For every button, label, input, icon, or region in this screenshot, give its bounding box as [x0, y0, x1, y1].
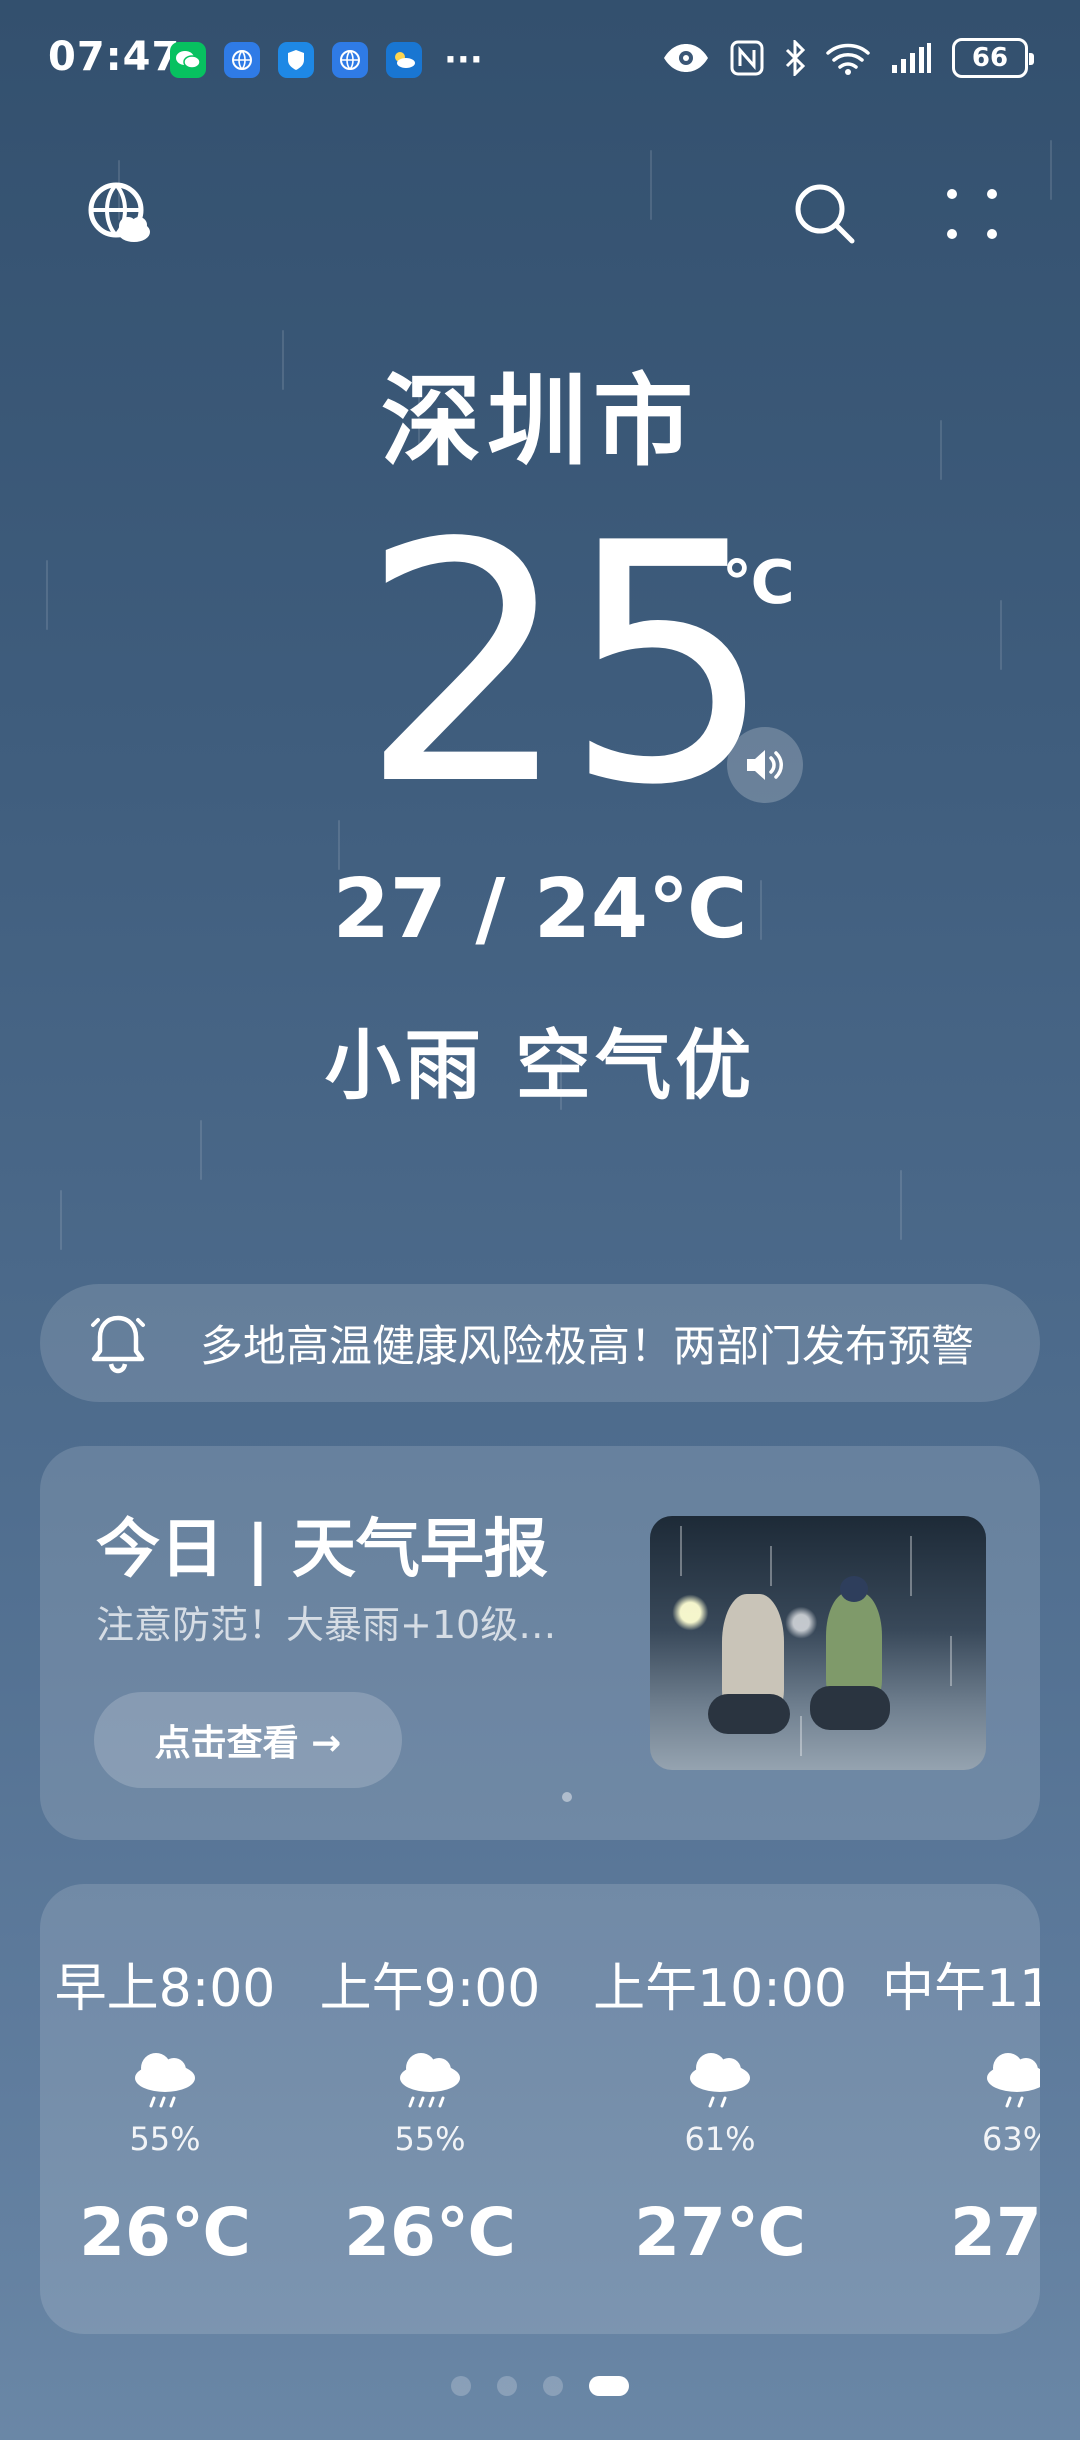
temperature-range: 27 / 24℃ [332, 862, 748, 957]
carousel-indicator [562, 1792, 572, 1802]
light-rain-icon [882, 2048, 1040, 2110]
brief-subtitle: 注意防范！大暴雨+10级… [96, 1603, 557, 1647]
precip-probability: 63% [982, 2120, 1040, 2158]
more-notifications-icon: ··· [444, 40, 483, 80]
view-brief-button[interactable]: 点击查看 → [94, 1692, 402, 1788]
wifi-icon [826, 43, 870, 75]
weather-app-icon [386, 42, 422, 78]
system-status-icons: 66 [662, 38, 1034, 78]
voice-broadcast-button[interactable] [727, 727, 803, 803]
alert-text: 多地高温健康风险极高！两部门发布预警 [200, 1322, 974, 1372]
search-icon[interactable] [785, 174, 865, 254]
weather-brief-card[interactable]: 今日 | 天气早报 注意防范！大暴雨+10级… 点击查看 → [40, 1446, 1040, 1840]
weather-condition: 小雨 空气优 [324, 1021, 756, 1110]
speaker-icon [747, 750, 783, 780]
bell-icon [90, 1312, 160, 1374]
brief-thumbnail-image[interactable] [650, 1516, 986, 1770]
globe-app-icon [224, 42, 260, 78]
light-rain-icon [585, 2048, 855, 2110]
precip-probability: 61% [684, 2120, 756, 2158]
hour-temperature: 26℃ [344, 2194, 516, 2271]
city-management-icon[interactable] [80, 174, 160, 254]
page-dot[interactable] [543, 2376, 563, 2396]
page-indicator [0, 2376, 1080, 2396]
battery-indicator: 66 [952, 38, 1034, 78]
page-dot[interactable] [451, 2376, 471, 2396]
hour-temperature: 27℃ [950, 2194, 1040, 2271]
current-temperature: 25 [360, 473, 774, 857]
hour-temperature: 26℃ [79, 2194, 251, 2271]
wechat-icon [170, 42, 206, 78]
status-bar: 07:47 ··· 66 [0, 0, 1080, 120]
precip-probability: 55% [129, 2120, 201, 2158]
city-name: 深圳市 [381, 363, 699, 480]
globe-app-icon-2 [332, 42, 368, 78]
hour-time: 上午9:00 [319, 1959, 541, 2019]
eye-icon [664, 44, 708, 72]
precip-probability: 55% [394, 2120, 466, 2158]
shield-icon [278, 42, 314, 78]
weather-alert-banner[interactable]: 多地高温健康风险极高！两部门发布预警 [40, 1284, 1040, 1402]
hour-time: 上午10:00 [593, 1959, 847, 2019]
hourly-forecast-card[interactable]: 早上8:00 55% 26℃ 上午9:00 55% 26℃ 上午10:00 61… [40, 1884, 1040, 2334]
moderate-rain-icon [305, 2048, 555, 2110]
page-dot[interactable] [497, 2376, 517, 2396]
hour-temperature: 27℃ [634, 2194, 806, 2271]
notification-icons: ··· [170, 42, 483, 78]
hour-time: 中午11:00 [882, 1959, 1040, 2019]
more-menu-icon[interactable] [932, 174, 1012, 254]
status-time: 07:47 [48, 34, 181, 80]
brief-title: 今日 | 天气早报 [96, 1513, 548, 1587]
signal-icon [892, 43, 931, 73]
hour-time: 早上8:00 [54, 1959, 276, 2019]
bluetooth-icon [785, 40, 806, 76]
light-rain-icon [40, 2048, 290, 2110]
temperature-unit: ℃ [722, 548, 795, 618]
page-dot-active[interactable] [589, 2376, 629, 2396]
nfc-icon [730, 40, 764, 76]
